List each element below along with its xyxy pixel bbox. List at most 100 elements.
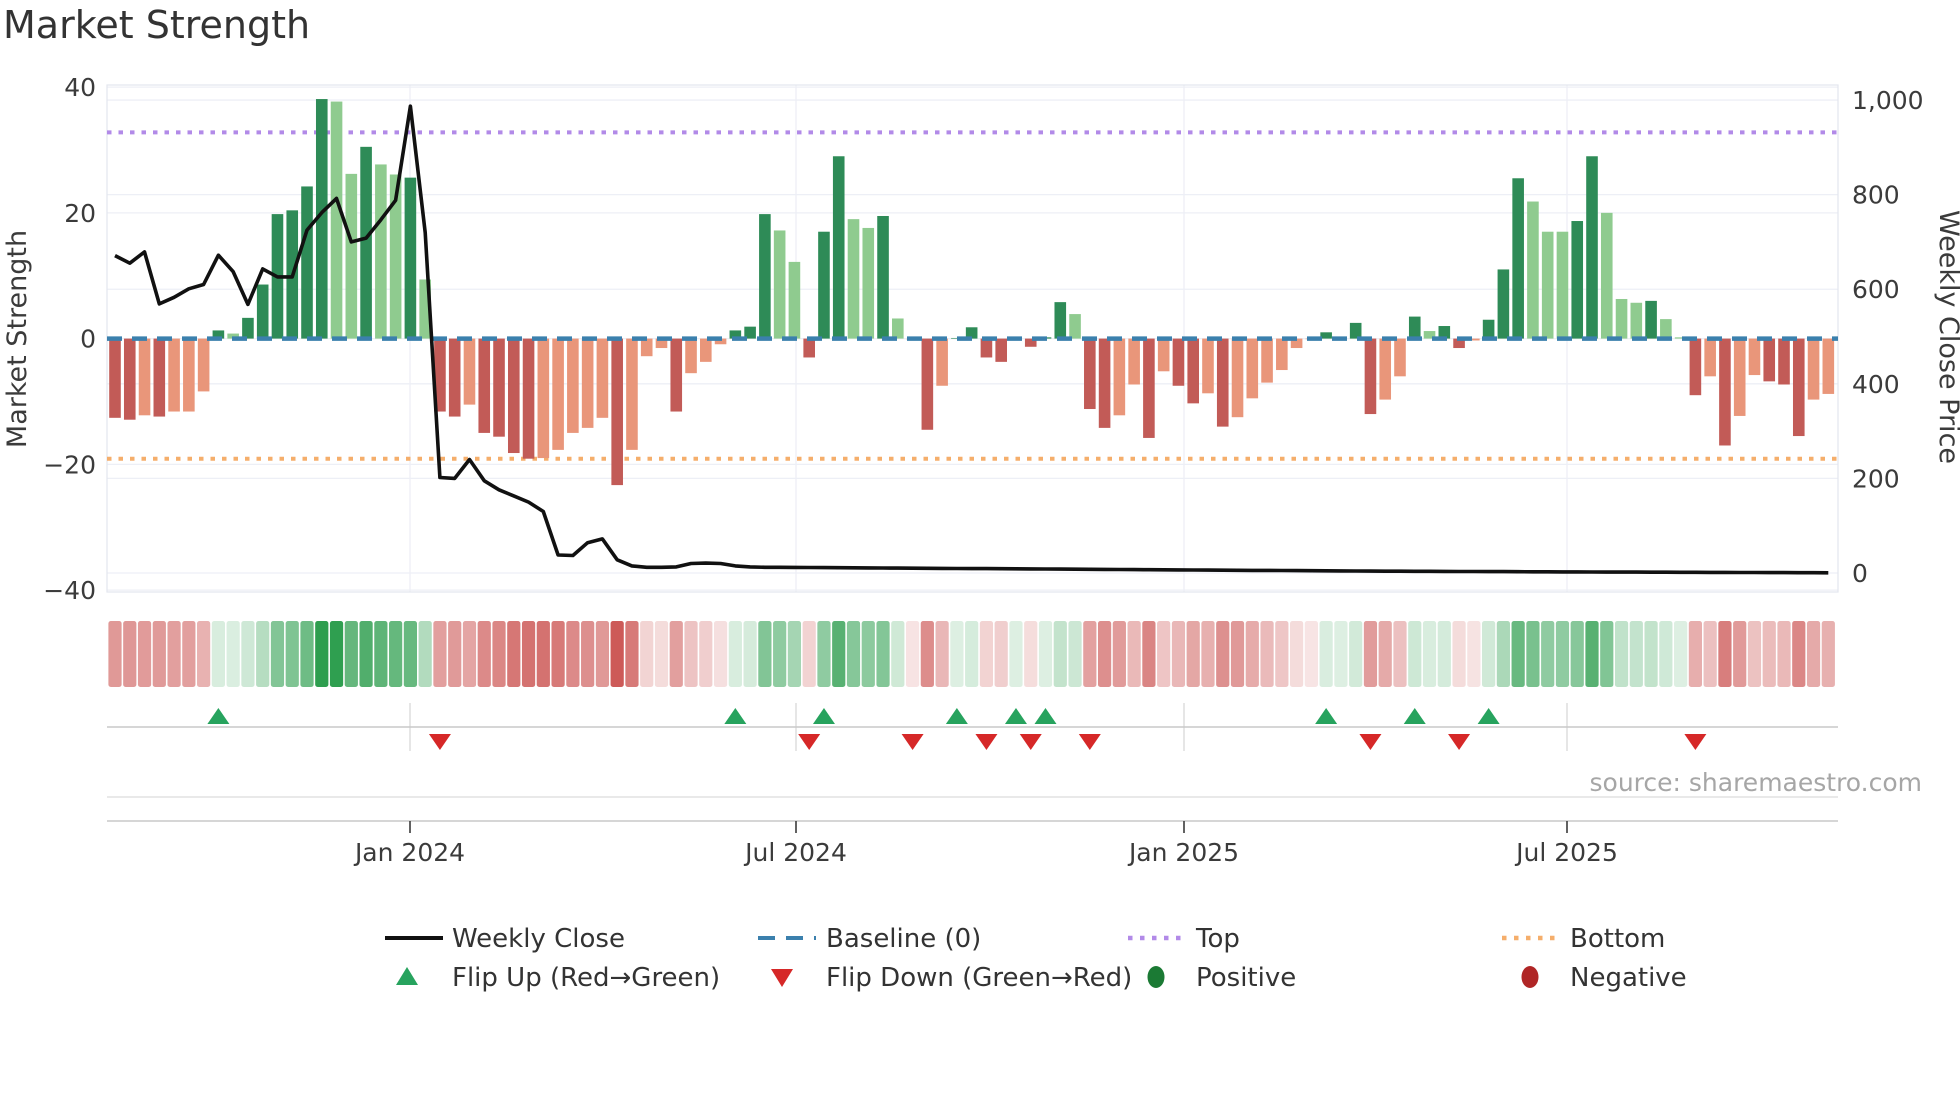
heatmap-cell [581, 621, 595, 687]
strength-bar [153, 338, 166, 417]
strength-bar [301, 186, 313, 339]
heatmap-cell [1319, 621, 1333, 687]
strength-bar [183, 338, 195, 412]
flip-up-marker-icon [945, 708, 968, 724]
legend-label-bottom: Bottom [1570, 924, 1665, 954]
legend: Weekly Close Baseline (0) Top Bottom Fli… [385, 924, 1687, 993]
strength-bar [1822, 338, 1835, 394]
heatmap-cell [891, 621, 905, 687]
flip-up-marker-icon [1004, 708, 1027, 724]
strength-bar [552, 338, 564, 450]
strength-bar [1379, 338, 1392, 400]
heatmap-cell [1614, 621, 1629, 687]
x-tick-label: Jul 2024 [743, 838, 847, 867]
strength-bar [1497, 269, 1510, 339]
strength-bar [1187, 338, 1200, 404]
heatmap-cell [1157, 621, 1171, 687]
flip-up-marker-icon [1315, 708, 1338, 724]
heatmap-cell [920, 621, 934, 687]
heatmap-cell [1378, 621, 1392, 687]
flip-up-marker-icon [724, 708, 747, 724]
heatmap-cell [1821, 621, 1835, 687]
heatmap-cell [1171, 621, 1186, 687]
flip-down-marker-icon [901, 734, 924, 750]
heatmap-cell [1363, 621, 1378, 687]
heatmap-cell [551, 621, 565, 687]
heatmap-cell [950, 621, 964, 687]
flip-marker-row [107, 703, 1838, 751]
legend-label-positive: Positive [1196, 963, 1296, 993]
heatmap-cell [817, 621, 831, 687]
left-tick-label: −20 [43, 450, 96, 479]
strength-bar [995, 338, 1007, 362]
heatmap-cell [861, 621, 875, 687]
heatmap-cell [1083, 621, 1097, 687]
strength-bar [803, 338, 815, 358]
strength-bar [1792, 338, 1805, 437]
strength-bar [168, 338, 180, 412]
heatmap-cell [1792, 621, 1806, 687]
strength-bars [109, 99, 1835, 486]
strength-bar [1069, 314, 1081, 339]
strength-bar [1512, 178, 1524, 339]
x-tick-label: Jan 2025 [1127, 838, 1239, 867]
left-tick-label: 0 [80, 325, 96, 354]
heatmap-cell [669, 621, 683, 687]
x-tick-label: Jan 2024 [353, 838, 465, 867]
heatmap-cell [1541, 621, 1555, 687]
legend-label-negative: Negative [1570, 963, 1687, 993]
strength-heatmap-strip [108, 621, 1835, 687]
right-tick-label: 200 [1852, 464, 1900, 493]
heatmap-cell [521, 621, 536, 687]
heatmap-cell [699, 621, 713, 687]
heatmap-cell [802, 621, 816, 687]
strength-bar [773, 230, 786, 339]
heatmap-cell [418, 621, 432, 687]
heatmap-cell [182, 621, 196, 687]
heatmap-cell [1393, 621, 1407, 687]
strength-bar [256, 284, 269, 339]
heatmap-cell [846, 621, 861, 687]
heatmap-cell [1806, 621, 1821, 687]
heatmap-cell [403, 621, 417, 687]
strength-bar [1231, 338, 1244, 418]
heatmap-cell [1452, 621, 1466, 687]
heatmap-cell [743, 621, 757, 687]
flip-down-marker-icon [1078, 734, 1101, 750]
heatmap-cell [1777, 621, 1791, 687]
heatmap-cell [1747, 621, 1762, 687]
heatmap-cell [994, 621, 1008, 687]
strength-bar [788, 261, 801, 339]
strength-bar [877, 215, 889, 339]
strength-bar [109, 338, 121, 418]
heatmap-cell [1216, 621, 1230, 687]
heatmap-cell [1275, 621, 1289, 687]
heatmap-cell [1555, 621, 1570, 687]
strength-bar [197, 338, 210, 392]
market-strength-chart: Jan 2024 Jul 2024 Jan 2025 Jul 202540200−20… [2, 3, 1960, 993]
heatmap-cell [1496, 621, 1510, 687]
flip-down-marker-icon [975, 734, 998, 750]
strength-bar [1084, 338, 1096, 410]
strength-bar [640, 338, 653, 357]
strength-bar [567, 338, 579, 433]
heatmap-cell [226, 621, 240, 687]
strength-bar [1202, 338, 1214, 394]
heatmap-cell [344, 621, 358, 687]
heatmap-cell [1467, 621, 1481, 687]
heatmap-cell [1304, 621, 1318, 687]
strength-bar [1157, 338, 1170, 372]
heatmap-cell [1585, 621, 1599, 687]
strength-bar [759, 214, 771, 339]
heatmap-cell [1762, 621, 1776, 687]
heatmap-cell [1733, 621, 1747, 687]
strength-bar [1689, 338, 1702, 396]
strength-bar [1113, 338, 1126, 416]
strength-bar [507, 338, 520, 454]
heatmap-cell [1009, 621, 1023, 687]
heatmap-cell [713, 621, 728, 687]
strength-bar [596, 338, 609, 418]
heatmap-cell [728, 621, 742, 687]
strength-bar [1660, 319, 1672, 339]
strength-bar [1172, 338, 1185, 386]
